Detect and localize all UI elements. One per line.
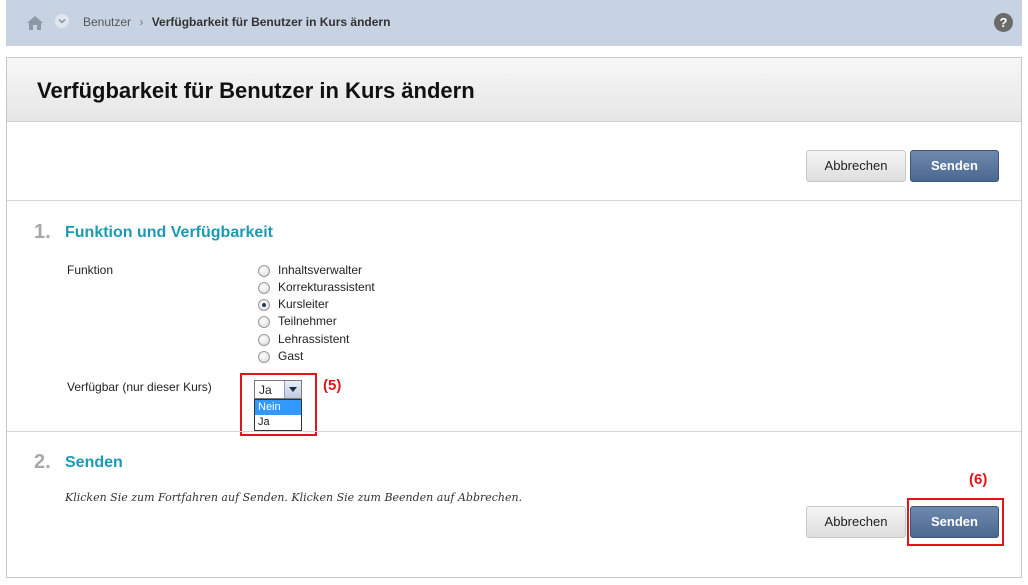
availability-label: Verfügbar (nur dieser Kurs) [67,380,212,394]
breadcrumb-current: Verfügbarkeit für Benutzer in Kurs änder… [151,15,391,29]
availability-select[interactable]: Ja [254,380,302,399]
radio-button-selected[interactable] [258,299,270,311]
radio-button[interactable] [258,316,270,328]
content-panel: Verfügbarkeit für Benutzer in Kurs änder… [6,57,1022,578]
top-navigation-bar: Benutzer › Verfügbarkeit für Benutzer in… [6,0,1022,46]
radio-label: Lehrassistent [278,332,350,346]
option-no[interactable]: Nein [255,400,301,415]
availability-options-list[interactable]: Nein Ja [254,399,302,431]
cancel-button-top[interactable]: Abbrechen [806,150,906,182]
radio-label: Kursleiter [278,297,329,311]
radio-button[interactable] [258,334,270,346]
radio-label: Korrekturassistent [278,280,375,294]
cancel-button-bottom[interactable]: Abbrechen [806,506,906,538]
section-divider [7,431,1021,432]
radio-label: Teilnehmer [278,314,337,328]
availability-select-value: Ja [259,383,272,397]
submit-button-bottom[interactable]: Senden [910,506,999,538]
radio-button[interactable] [258,282,270,294]
page-title: Verfügbarkeit für Benutzer in Kurs änder… [37,78,475,103]
help-icon[interactable]: ? [994,13,1013,32]
step-2-title: Senden [65,454,123,471]
radio-label: Inhaltsverwalter [278,263,363,277]
breadcrumb-parent-link[interactable]: Benutzer [83,15,131,29]
annotation-marker-5: (5) [323,377,342,394]
step-1-number: 1. [34,221,51,243]
breadcrumb: Benutzer › Verfügbarkeit für Benutzer in… [83,15,390,29]
annotation-marker-6: (6) [969,471,988,488]
home-icon[interactable] [26,15,44,31]
role-label: Funktion [67,263,114,277]
submit-button-top[interactable]: Senden [910,150,999,182]
chevron-down-icon[interactable] [55,14,69,28]
radio-button[interactable] [258,351,270,363]
step-2-number: 2. [34,451,51,473]
radio-label: Gast [278,349,304,363]
breadcrumb-separator: › [139,15,144,29]
radio-button[interactable] [258,265,270,277]
option-yes[interactable]: Ja [255,415,301,430]
chevron-down-icon[interactable] [284,381,301,398]
submit-instructions: Klicken Sie zum Fortfahren auf Senden. K… [65,491,523,504]
section-divider [7,200,1021,201]
step-1-title: Funktion und Verfügbarkeit [65,224,274,241]
page-header: Verfügbarkeit für Benutzer in Kurs änder… [7,58,1021,122]
